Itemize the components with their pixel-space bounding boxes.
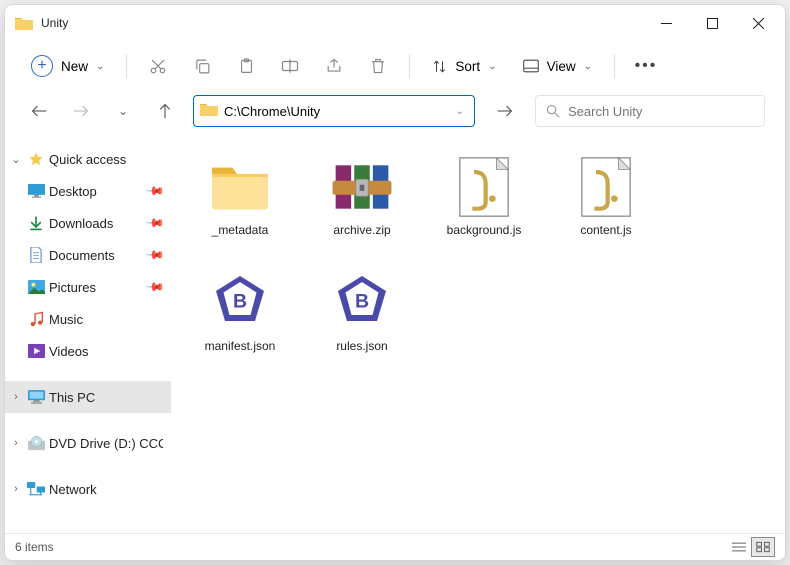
search-input[interactable] — [568, 104, 754, 119]
pin-icon: 📌 — [145, 277, 165, 297]
chevron-right-icon: › — [9, 391, 23, 403]
view-icon — [523, 59, 539, 73]
desktop-icon — [27, 182, 45, 200]
pin-icon: 📌 — [145, 213, 165, 233]
chevron-down-icon: ⌄ — [488, 61, 496, 72]
sidebar-item-dvd-drive[interactable]: › DVD Drive (D:) CCCC — [5, 427, 171, 459]
new-button[interactable]: + New ⌄ — [25, 48, 114, 84]
plus-icon: + — [31, 55, 53, 77]
maximize-button[interactable] — [689, 7, 735, 39]
recent-button[interactable]: ⌄ — [109, 97, 137, 125]
file-item[interactable]: B manifest.json — [181, 265, 299, 377]
folder-icon — [208, 155, 272, 219]
videos-icon — [27, 342, 45, 360]
address-bar[interactable]: ⌄ — [193, 95, 475, 127]
nav-bar: ⌄ ⌄ — [5, 91, 785, 139]
sidebar-item-videos[interactable]: Videos — [5, 335, 171, 367]
pin-icon: 📌 — [145, 181, 165, 201]
view-button[interactable]: View ⌄ — [513, 48, 602, 84]
copy-button[interactable] — [183, 48, 221, 84]
sidebar-item-pictures[interactable]: Pictures 📌 — [5, 271, 171, 303]
file-item[interactable]: archive.zip — [303, 149, 421, 261]
file-list: _metadata archive.zip — [171, 139, 785, 533]
file-item[interactable]: content.js — [547, 149, 665, 261]
chevron-right-icon: › — [9, 483, 23, 495]
sidebar-item-this-pc[interactable]: › This PC — [5, 381, 171, 413]
chevron-right-icon: › — [9, 437, 23, 449]
refresh-button[interactable] — [489, 95, 521, 127]
main-area: ⌄ Quick access Desktop 📌 Downloads 📌 Doc… — [5, 139, 785, 533]
sidebar-item-downloads[interactable]: Downloads 📌 — [5, 207, 171, 239]
close-button[interactable] — [735, 7, 781, 39]
toolbar: + New ⌄ Sort ⌄ View ⌄ ••• — [5, 41, 785, 91]
music-icon — [27, 310, 45, 328]
zip-icon — [330, 155, 394, 219]
address-history-button[interactable]: ⌄ — [452, 106, 468, 117]
file-item[interactable]: B rules.json — [303, 265, 421, 377]
js-icon — [574, 155, 638, 219]
sidebar-item-quick-access[interactable]: ⌄ Quick access — [5, 143, 171, 175]
file-item[interactable]: _metadata — [181, 149, 299, 261]
json-icon: B — [330, 271, 394, 335]
network-icon — [27, 480, 45, 498]
documents-icon — [27, 246, 45, 264]
item-count: 6 items — [15, 540, 54, 554]
rename-button[interactable] — [271, 48, 309, 84]
minimize-button[interactable] — [643, 7, 689, 39]
details-view-button[interactable] — [727, 537, 751, 557]
up-button[interactable] — [151, 97, 179, 125]
window-title: Unity — [41, 16, 68, 30]
paste-button[interactable] — [227, 48, 265, 84]
sidebar-item-documents[interactable]: Documents 📌 — [5, 239, 171, 271]
cut-button[interactable] — [139, 48, 177, 84]
computer-icon — [27, 388, 45, 406]
chevron-down-icon: ⌄ — [584, 61, 592, 72]
json-icon: B — [208, 271, 272, 335]
back-button[interactable] — [25, 97, 53, 125]
search-icon — [546, 104, 560, 118]
sort-icon — [432, 59, 447, 74]
folder-icon — [200, 102, 218, 121]
downloads-icon — [27, 214, 45, 232]
delete-button[interactable] — [359, 48, 397, 84]
share-button[interactable] — [315, 48, 353, 84]
star-icon — [27, 150, 45, 168]
pin-icon: 📌 — [145, 245, 165, 265]
js-icon — [452, 155, 516, 219]
folder-icon — [15, 16, 33, 30]
svg-text:B: B — [233, 291, 247, 313]
disc-icon — [27, 434, 45, 452]
sidebar-item-music[interactable]: Music — [5, 303, 171, 335]
file-item[interactable]: background.js — [425, 149, 543, 261]
navigation-pane: ⌄ Quick access Desktop 📌 Downloads 📌 Doc… — [5, 139, 171, 533]
search-box[interactable] — [535, 95, 765, 127]
svg-text:B: B — [355, 291, 369, 313]
chevron-down-icon: ⌄ — [9, 153, 23, 166]
address-input[interactable] — [224, 102, 446, 121]
forward-button[interactable] — [67, 97, 95, 125]
chevron-down-icon: ⌄ — [96, 61, 104, 72]
explorer-window: Unity + New ⌄ Sort ⌄ View ⌄ ••• — [4, 4, 786, 561]
icons-view-button[interactable] — [751, 537, 775, 557]
pictures-icon — [27, 278, 45, 296]
sidebar-item-desktop[interactable]: Desktop 📌 — [5, 175, 171, 207]
more-button[interactable]: ••• — [627, 48, 665, 84]
status-bar: 6 items — [5, 533, 785, 560]
sort-button[interactable]: Sort ⌄ — [422, 48, 506, 84]
sidebar-item-network[interactable]: › Network — [5, 473, 171, 505]
title-bar: Unity — [5, 5, 785, 41]
